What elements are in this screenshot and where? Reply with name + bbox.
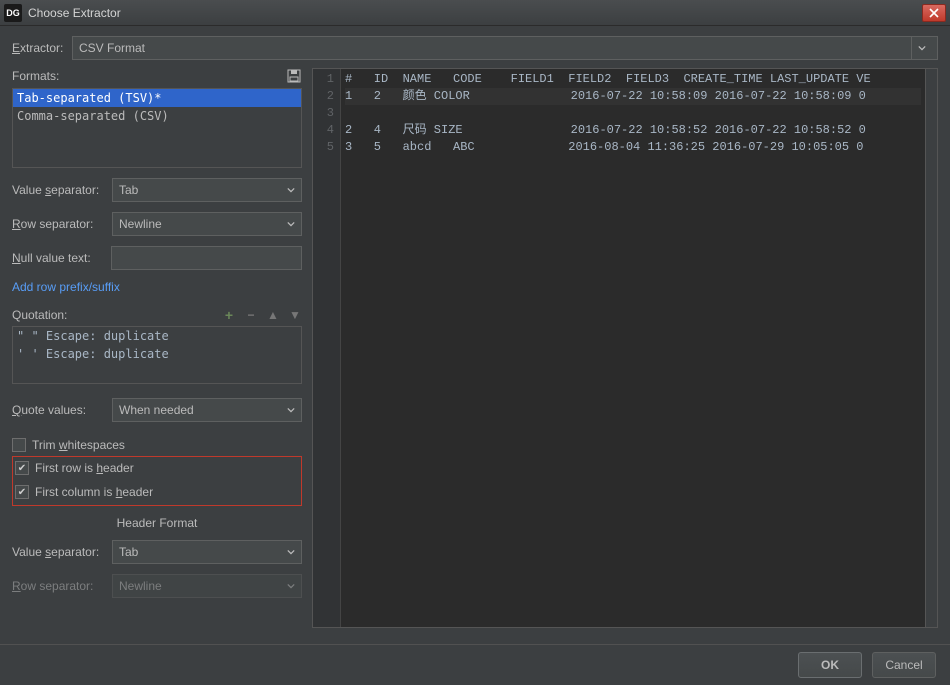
quotation-label: Quotation: [12,308,67,322]
left-panel: Formats: Tab-separated (TSV)* Comma-sepa… [12,68,312,628]
app-icon: DG [4,4,22,22]
arrow-down-icon[interactable]: ▼ [288,308,302,322]
hf-row-separator-value: Newline [119,579,162,593]
null-value-label: Null value text: [12,251,111,265]
hf-row-separator-label: Row separator: [12,579,112,593]
row-separator-label: Row separator: [12,217,112,231]
window-title: Choose Extractor [28,6,922,20]
extractor-value: CSV Format [79,41,145,55]
quotation-row[interactable]: " " Escape: duplicate [13,327,301,345]
chevron-down-icon [287,545,295,559]
quote-values-value: When needed [119,403,194,417]
first-col-header-checkbox[interactable] [15,485,29,499]
header-format-title: Header Format [12,516,302,530]
value-separator-label: Value separator: [12,183,112,197]
chevron-down-icon [287,183,295,197]
hf-value-separator-combo[interactable]: Tab [112,540,302,564]
dialog-body: Extractor: CSV Format Formats: Tab-separ… [0,26,950,644]
header-options-highlight: First row is header First column is head… [12,456,302,506]
chevron-down-icon [287,217,295,231]
close-button[interactable] [922,4,946,22]
extractor-combo[interactable]: CSV Format [72,36,938,60]
extractor-label: Extractor: [12,41,72,55]
chevron-down-icon [287,579,295,593]
line-gutter: 1 2 3 4 5 [313,69,341,627]
quotation-list[interactable]: " " Escape: duplicate ' ' Escape: duplic… [12,326,302,384]
value-separator-combo[interactable]: Tab [112,178,302,202]
formats-list[interactable]: Tab-separated (TSV)* Comma-separated (CS… [12,88,302,168]
titlebar: DG Choose Extractor [0,0,950,26]
preview-pane: 1 2 3 4 5 # ID NAME CODE FIELD1 FIELD2 F… [312,68,938,628]
remove-icon[interactable]: − [244,308,258,322]
value-separator-value: Tab [119,183,138,197]
trim-whitespaces-checkbox[interactable] [12,438,26,452]
quote-values-combo[interactable]: When needed [112,398,302,422]
first-row-header-label: First row is header [35,461,134,475]
hf-value-separator-value: Tab [119,545,138,559]
chevron-down-icon [911,37,931,59]
vertical-scrollbar[interactable] [925,69,937,627]
add-icon[interactable]: + [222,308,236,322]
first-row-header-checkbox[interactable] [15,461,29,475]
format-item-tsv[interactable]: Tab-separated (TSV)* [13,89,301,107]
first-col-header-label: First column is header [35,485,153,499]
button-bar: OK Cancel [0,644,950,684]
formats-label: Formats: [12,69,59,83]
row-separator-combo[interactable]: Newline [112,212,302,236]
hf-value-separator-label: Value separator: [12,545,112,559]
ok-button[interactable]: OK [798,652,862,678]
preview-text[interactable]: # ID NAME CODE FIELD1 FIELD2 FIELD3 CREA… [341,69,925,158]
hf-row-separator-combo[interactable]: Newline [112,574,302,598]
chevron-down-icon [287,403,295,417]
quotation-row[interactable]: ' ' Escape: duplicate [13,345,301,363]
save-icon[interactable] [286,68,302,84]
add-prefix-suffix-link[interactable]: Add row prefix/suffix [12,280,120,294]
row-separator-value: Newline [119,217,162,231]
trim-whitespaces-label: Trim whitespaces [32,438,125,452]
arrow-up-icon[interactable]: ▲ [266,308,280,322]
format-item-csv[interactable]: Comma-separated (CSV) [13,107,301,125]
null-value-input[interactable] [111,246,302,270]
quote-values-label: Quote values: [12,403,112,417]
cancel-button[interactable]: Cancel [872,652,936,678]
